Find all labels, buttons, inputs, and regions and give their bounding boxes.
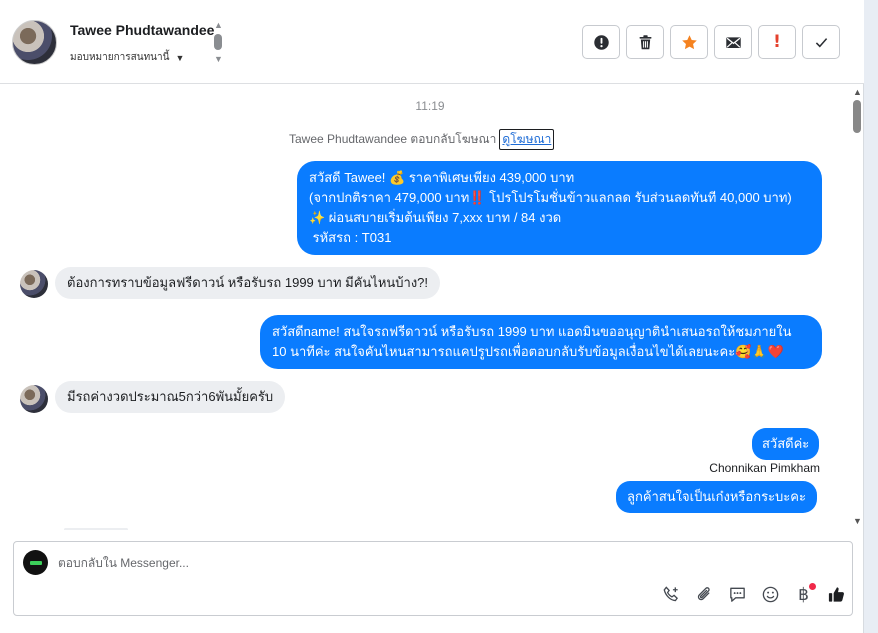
- message-line: (จากปกติราคา 479,000 บาท‼️ โปรโปรโมชั่นข…: [309, 190, 792, 205]
- star-icon: [681, 34, 697, 49]
- like-icon: [828, 587, 844, 602]
- mark-important-button[interactable]: !: [758, 25, 796, 59]
- ad-reply-notice: Tawee Phudtawandee ตอบกลับโฆษณา ดูโฆษณา: [289, 129, 555, 150]
- conversation-panel: Tawee Phudtawandee มอบหมายการสนทนานี้ ▼ …: [0, 0, 864, 633]
- message-timestamp: 11:19: [415, 99, 445, 113]
- notification-badge: [809, 583, 816, 590]
- scrollbar-thumb[interactable]: [853, 100, 861, 133]
- exclamation-icon: !: [773, 32, 781, 52]
- done-button[interactable]: [802, 25, 840, 59]
- message-bubble-outgoing[interactable]: ลูกค้าสนใจเป็นเก๋งหรือกระบะคะ: [616, 481, 817, 513]
- message-line: สวัสดีname! สนใจรถฟรีดาวน์ หรือรับรถ 199…: [272, 324, 792, 339]
- saved-reply-button[interactable]: [726, 583, 749, 606]
- delete-button[interactable]: [626, 25, 664, 59]
- attach-button[interactable]: [693, 583, 716, 606]
- message-bubble-outgoing[interactable]: สวัสดี Tawee! 💰 ราคาพิเศษเพียง 439,000 บ…: [297, 161, 822, 255]
- arrow-up-icon[interactable]: ▲: [214, 20, 223, 30]
- composer-toolbar: ฿: [660, 583, 848, 606]
- payment-button[interactable]: ฿: [792, 583, 816, 606]
- conversation-header: Tawee Phudtawandee มอบหมายการสนทนานี้ ▼ …: [0, 0, 864, 84]
- spam-button[interactable]: [582, 25, 620, 59]
- reply-input[interactable]: [58, 556, 758, 570]
- message-bubble-outgoing[interactable]: สวัสดีค่ะ: [752, 428, 820, 460]
- message-thread: 11:19 Tawee Phudtawandee ตอบกลับโฆษณา ดู…: [0, 85, 850, 530]
- contact-avatar-small[interactable]: [20, 385, 48, 413]
- assign-label: มอบหมายการสนทนานี้: [70, 52, 170, 63]
- trash-icon: [639, 34, 651, 49]
- reply-composer: ฿: [13, 541, 853, 616]
- view-ad-link[interactable]: ดูโฆษณา: [499, 129, 555, 150]
- message-line: ต้องการทราบข้อมูลฟรีดาวน์ หรือรับรถ 1999…: [67, 275, 429, 290]
- contact-avatar[interactable]: [12, 20, 57, 65]
- scroll-down-arrow-icon[interactable]: ▼: [853, 516, 862, 526]
- header-scroll-control[interactable]: ▲ ▼: [212, 20, 224, 66]
- message-line: มีรถค่างวดประมาณ5กว่า6พันมั้ยครับ: [67, 389, 274, 404]
- conversation-actions: !: [582, 25, 840, 59]
- assign-conversation-dropdown[interactable]: มอบหมายการสนทนานี้ ▼: [70, 50, 184, 65]
- message-line: ลูกค้าสนใจเป็นเก๋งหรือกระบะคะ: [627, 489, 806, 504]
- contact-name[interactable]: Tawee Phudtawandee: [70, 22, 214, 38]
- star-button[interactable]: [670, 25, 708, 59]
- message-line: 10 นาทีค่ะ สนใจคันไหนสามารถแคปรูปรถเพื่อ…: [272, 344, 784, 359]
- message-bubble-incoming[interactable]: มีรถค่างวดประมาณ5กว่า6พันมั้ยครับ: [55, 381, 286, 413]
- payment-icon: ฿: [798, 584, 809, 604]
- ad-reply-text: Tawee Phudtawandee ตอบกลับโฆษณา: [289, 132, 497, 146]
- alert-circle-icon: [593, 34, 609, 50]
- emoji-button[interactable]: [759, 583, 782, 606]
- envelope-icon: [725, 36, 741, 48]
- call-icon: [663, 586, 678, 602]
- scroll-up-arrow-icon[interactable]: ▲: [853, 87, 862, 97]
- sender-name: Chonnikan Pimkham: [709, 461, 820, 475]
- check-icon: [815, 37, 827, 47]
- partial-message-bubble: [64, 528, 128, 530]
- message-line: ✨ ผ่อนสบายเริ่มต้นเพียง 7,xxx บาท / 84 ง…: [309, 210, 562, 225]
- saved-reply-icon: [730, 587, 745, 602]
- message-bubble-outgoing[interactable]: สวัสดีname! สนใจรถฟรีดาวน์ หรือรับรถ 199…: [260, 315, 822, 369]
- message-line: สวัสดีค่ะ: [762, 436, 810, 451]
- arrow-down-icon[interactable]: ▼: [214, 54, 223, 64]
- message-line: สวัสดี Tawee! 💰 ราคาพิเศษเพียง 439,000 บ…: [309, 170, 575, 185]
- call-button[interactable]: [660, 583, 683, 606]
- like-button[interactable]: [825, 583, 848, 606]
- attachment-icon: [697, 587, 710, 601]
- message-line: รหัสรถ : T031: [309, 230, 392, 245]
- scroll-thumb[interactable]: [214, 34, 222, 50]
- emoji-icon: [762, 586, 779, 603]
- page-avatar: [23, 550, 48, 575]
- contact-avatar-small[interactable]: [20, 270, 48, 298]
- message-bubble-incoming[interactable]: ต้องการทราบข้อมูลฟรีดาวน์ หรือรับรถ 1999…: [55, 267, 441, 299]
- email-button[interactable]: [714, 25, 752, 59]
- caret-down-icon: ▼: [175, 52, 185, 63]
- thread-scrollbar[interactable]: ▲ ▼: [850, 85, 864, 530]
